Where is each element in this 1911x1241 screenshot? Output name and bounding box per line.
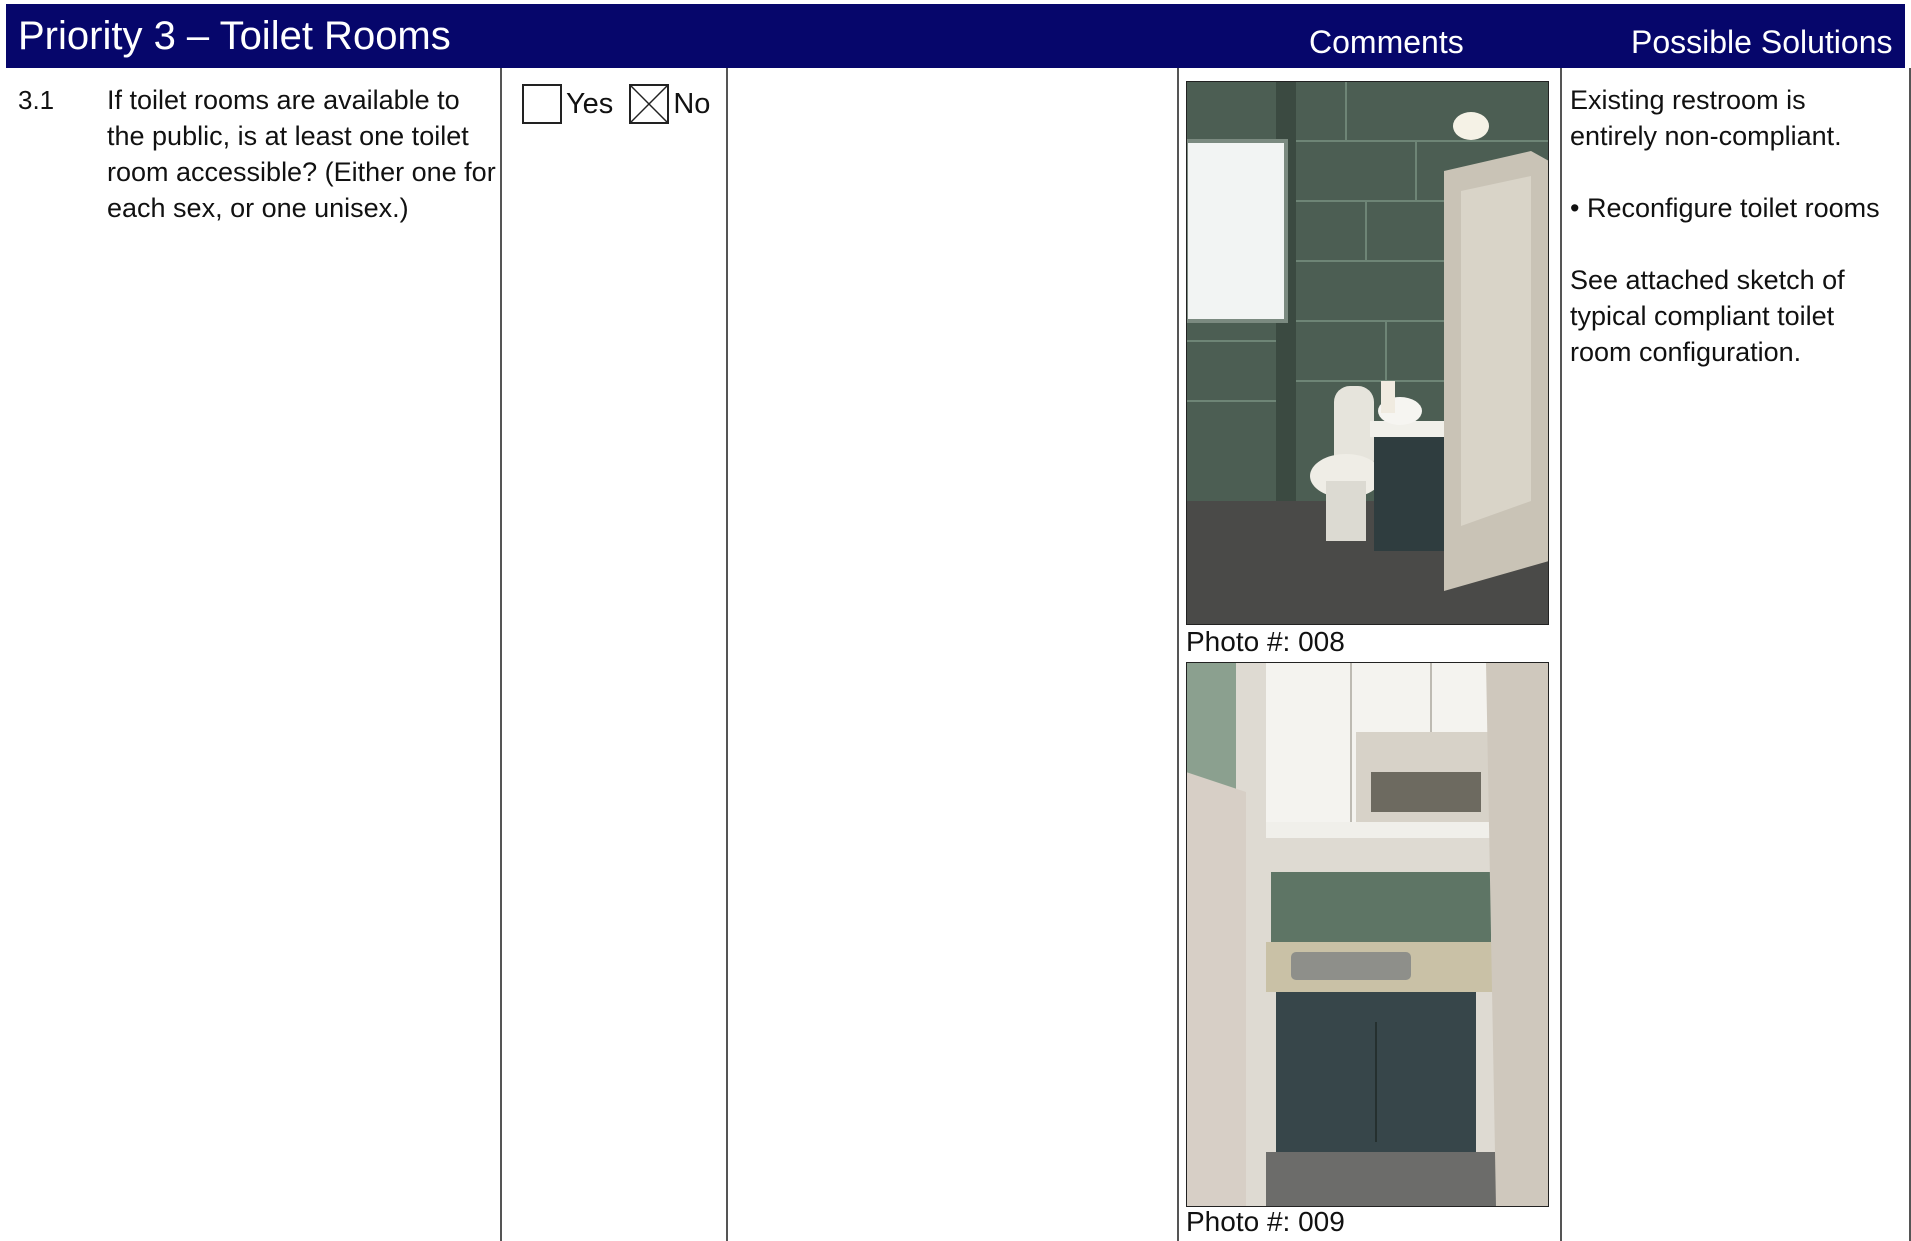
answer-group: Yes No: [522, 82, 726, 126]
no-label: No: [673, 87, 711, 120]
yes-label: Yes: [566, 87, 614, 120]
solution-text: Existing restroom is entirely non-compli…: [1570, 85, 1842, 151]
column-divider: [1177, 68, 1179, 1241]
column-divider: [500, 68, 502, 1241]
comments-column-header: Comments: [1309, 24, 1464, 60]
item-question: If toilet rooms are available to the pub…: [107, 85, 496, 223]
solutions-column-header: Possible Solutions: [1631, 24, 1893, 60]
column-divider: [1560, 68, 1562, 1241]
checkbox-x-icon: [631, 86, 668, 122]
solution-bullet: • Reconfigure toilet rooms: [1570, 193, 1880, 223]
photo-caption: Photo #: 009: [1186, 1206, 1345, 1237]
column-divider: [726, 68, 728, 1241]
section-header: Priority 3 – Toilet Rooms Comments Possi…: [6, 4, 1905, 68]
solution-text: See attached sketch of typical compliant…: [1570, 265, 1845, 367]
item-number: 3.1: [18, 85, 55, 115]
section-title: Priority 3 – Toilet Rooms: [18, 14, 451, 58]
no-checkbox[interactable]: [629, 84, 670, 124]
yes-checkbox[interactable]: [522, 84, 562, 124]
photo-sink-area: [1186, 662, 1549, 1207]
photo-toilet-room: [1186, 81, 1549, 625]
photo-caption: Photo #: 008: [1186, 626, 1345, 657]
possible-solutions: Existing restroom is entirely non-compli…: [1570, 82, 1900, 406]
